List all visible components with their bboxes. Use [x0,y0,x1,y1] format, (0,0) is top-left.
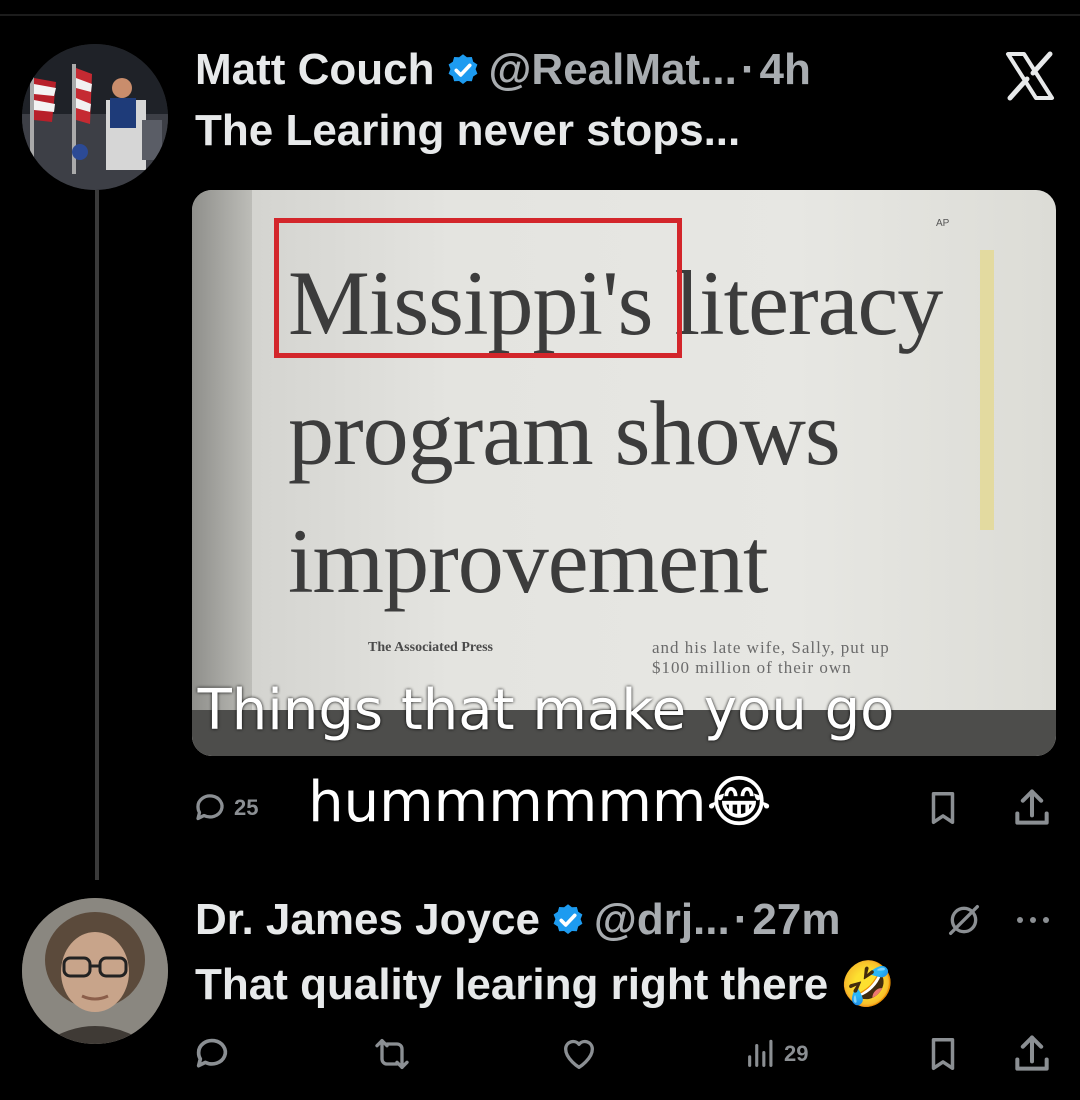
author-name[interactable]: Dr. James Joyce [195,895,540,945]
share-icon [1010,1032,1054,1076]
red-highlight-box [274,218,682,358]
top-divider [0,14,1080,16]
highlight-strip [980,250,994,530]
headline-word-literacy: literacy [674,252,943,354]
author-handle[interactable]: @RealMat... [489,45,737,95]
byline: The Associated Press [368,640,493,655]
share-button[interactable] [1010,1032,1054,1076]
article-body-line: and his late wife, Sally, put up [652,638,890,657]
separator: · [740,45,756,94]
headline-line-2: program shows [288,382,841,484]
reply-text-body: That quality learing right there [195,960,829,1009]
separator: · [733,895,749,944]
heart-icon [558,1034,600,1074]
bookmark-button[interactable] [924,1034,962,1074]
avatar-matt-couch[interactable] [22,44,168,190]
article-body-line: $100 million of their own [652,658,852,677]
reply-button[interactable] [192,1034,232,1074]
tweet-media-image[interactable]: AP Missippi's literacy program shows imp… [192,190,1056,756]
views-icon [744,1036,778,1072]
rofl-emoji: 🤣 [840,960,896,1009]
ap-mark: AP [936,218,950,229]
bookmark-icon [924,1034,962,1074]
avatar-james-joyce[interactable] [22,898,168,1044]
reply-text: That quality learing right there 🤣 [195,958,895,1010]
author-name[interactable]: Matt Couch [195,45,435,95]
timestamp[interactable]: 27m [752,895,840,945]
timestamp[interactable]: 4h [759,45,810,95]
views-button[interactable]: 29 [744,1036,808,1072]
paper-shadow [192,190,252,756]
grok-icon[interactable] [944,900,984,940]
tweet-text: The Learing never stops... [195,106,741,155]
caption-text: hummmmmm [308,770,707,835]
tweet-header: Matt Couch @RealMat... · 4h [195,40,811,100]
retweet-icon [370,1034,414,1074]
more-icon[interactable] [1010,900,1056,940]
verified-badge-icon [445,52,481,88]
views-count: 29 [784,1041,809,1066]
reply-icon [192,1034,232,1074]
article-body: and his late wife, Sally, put up $100 mi… [652,638,1012,678]
tears-of-joy-emoji: 😂 [706,770,772,835]
reply-header: Dr. James Joyce @drj... · 27m [195,890,840,950]
verified-badge-icon [550,902,586,938]
overlay-caption-line-2: hummmmmm😂 [0,770,1080,835]
x-logo-icon [1002,48,1058,104]
headline-line-3: improvement [288,510,769,612]
author-handle[interactable]: @drj... [594,895,730,945]
overlay-caption-line-1: Things that make you go [197,678,895,743]
retweet-button[interactable] [370,1034,414,1074]
like-button[interactable] [558,1034,600,1074]
